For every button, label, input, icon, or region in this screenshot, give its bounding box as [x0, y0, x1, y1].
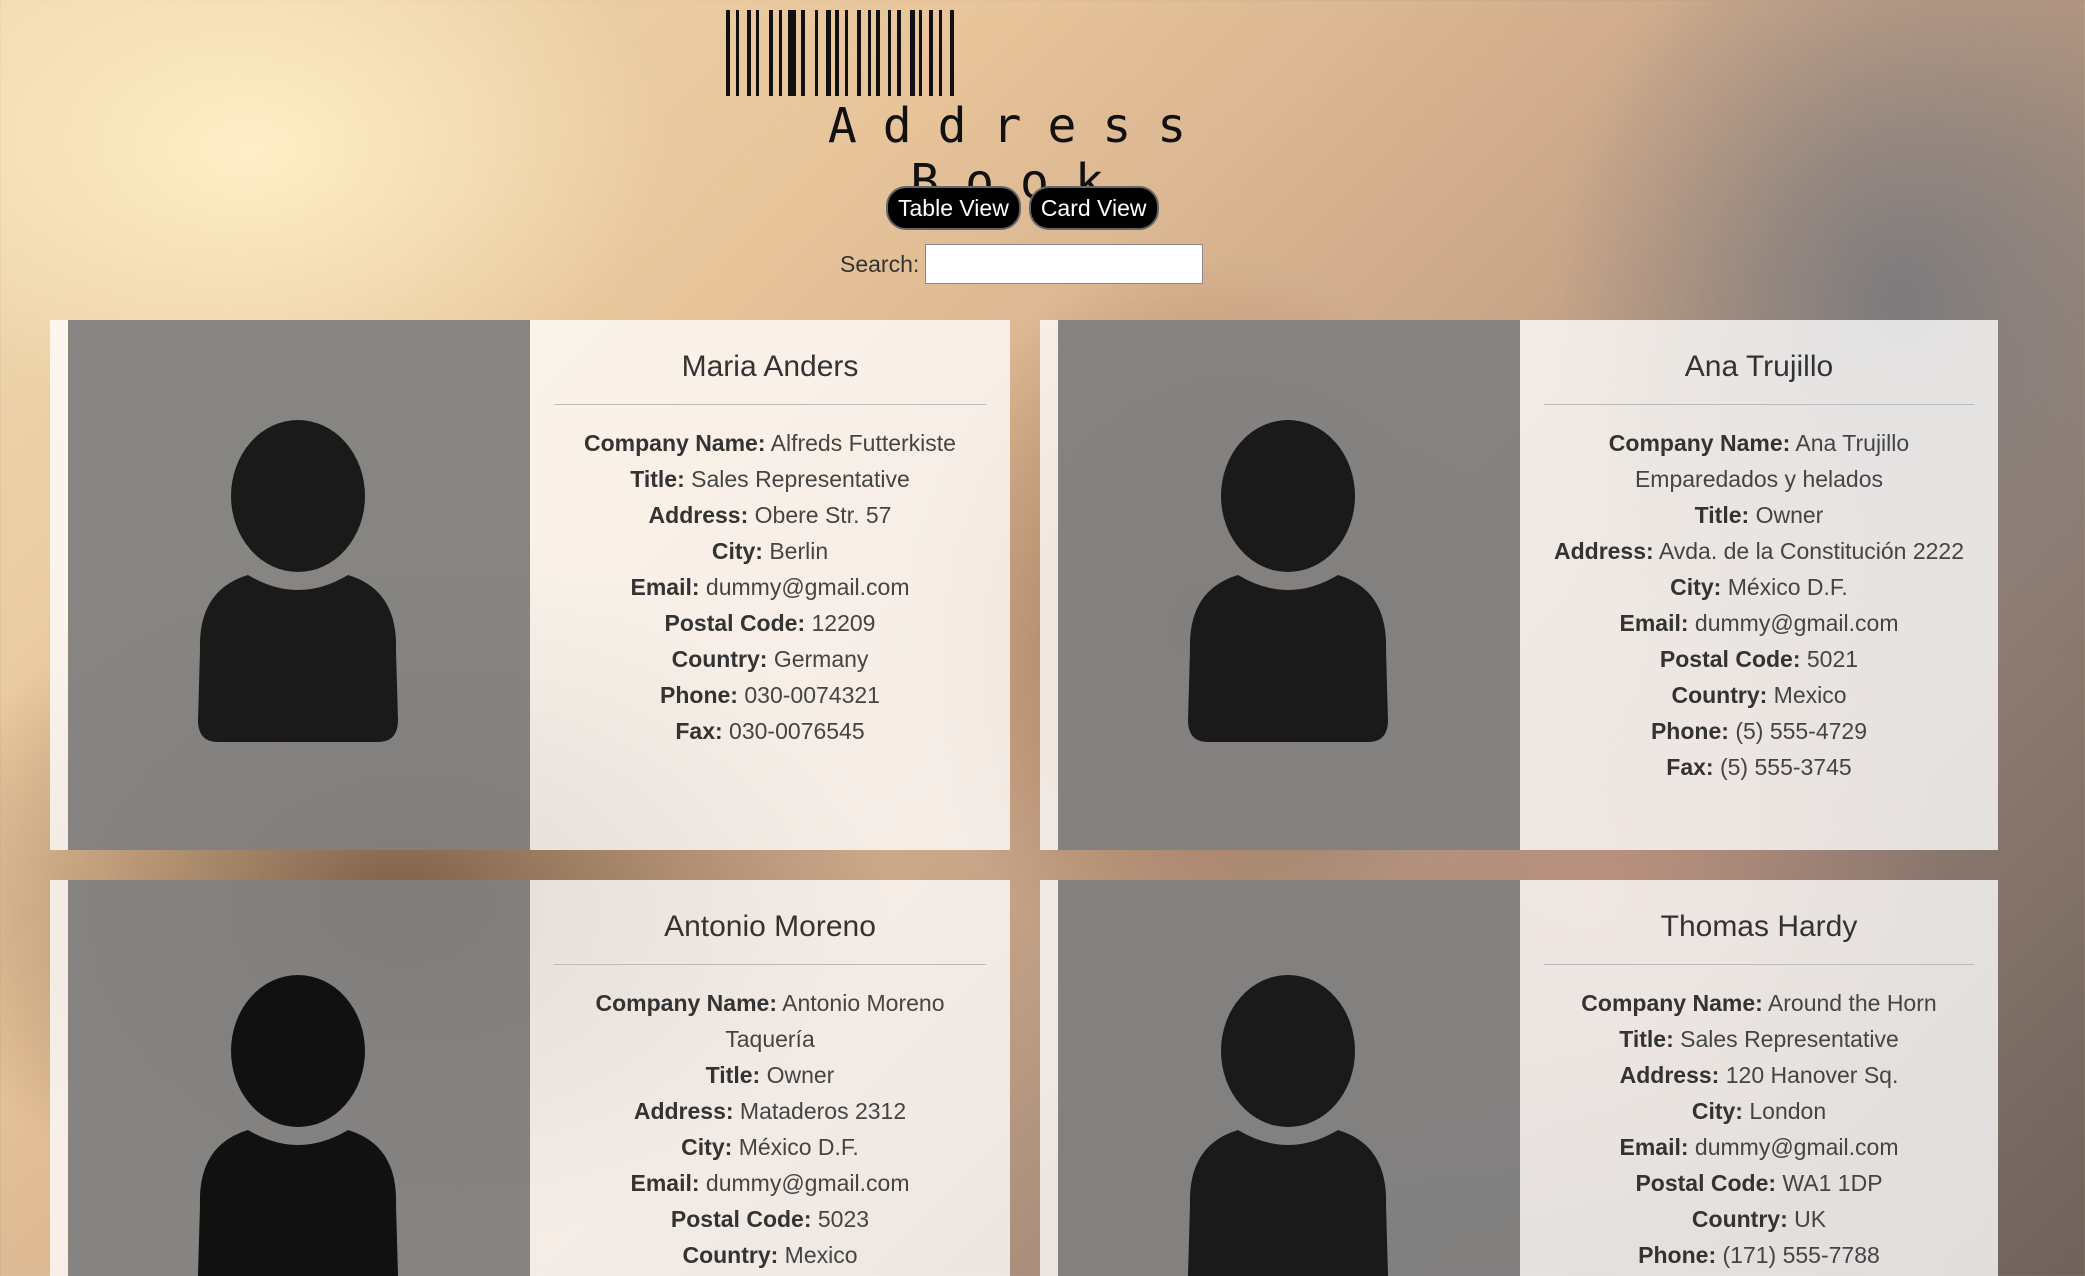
postal-field: Postal Code: 5023 — [670, 1206, 870, 1232]
barcode-bar — [942, 10, 950, 96]
country-field: Country: Germany — [671, 646, 869, 672]
contact-photo — [1058, 320, 1520, 850]
email-field: Email: dummy@gmail.com — [1619, 610, 1899, 636]
title-field: Title: Owner — [1694, 502, 1824, 528]
email-field: Email: dummy@gmail.com — [630, 574, 910, 600]
user-silhouette-icon — [198, 420, 398, 742]
contact-name: Antonio Moreno — [554, 910, 986, 965]
phone-field: Phone: (171) 555-7788 — [1638, 1242, 1880, 1268]
phone-field: Phone: (5) 555-4729 — [1650, 718, 1868, 744]
title-field: Title: Sales Representative — [630, 466, 910, 492]
postal-field: Postal Code: WA1 1DP — [1635, 1170, 1883, 1196]
fax-field: Fax: 030-0076545 — [675, 718, 865, 744]
city-field: City: Berlin — [711, 538, 829, 564]
contact-card: Antonio Moreno Company Name: Antonio Mor… — [50, 880, 1010, 1276]
company-field: Company Name: Ana Trujillo Emparedados y… — [1608, 430, 1910, 492]
country-field: Country: Mexico — [682, 1242, 858, 1268]
user-silhouette-icon — [198, 975, 398, 1276]
country-field: Country: Mexico — [1671, 682, 1847, 708]
contact-details: Antonio Moreno Company Name: Antonio Mor… — [530, 880, 1010, 1276]
company-field: Company Name: Around the Horn — [1581, 990, 1937, 1016]
barcode-bar — [901, 10, 910, 96]
email-field: Email: dummy@gmail.com — [1619, 1134, 1899, 1160]
barcode-bar — [880, 10, 888, 96]
company-field: Company Name: Alfreds Futterkiste — [584, 430, 956, 456]
barcode-bar — [954, 10, 960, 96]
contact-name: Maria Anders — [554, 350, 986, 405]
country-field: Country: UK — [1691, 1206, 1827, 1232]
barcode-bar — [848, 10, 857, 96]
postal-field: Postal Code: 12209 — [664, 610, 876, 636]
contact-name: Ana Trujillo — [1544, 350, 1974, 405]
contact-details: Ana Trujillo Company Name: Ana Trujillo … — [1520, 320, 1998, 850]
barcode-bar — [739, 10, 747, 96]
contact-card: Ana Trujillo Company Name: Ana Trujillo … — [1040, 320, 1998, 850]
card-view-button[interactable]: Card View — [1028, 186, 1159, 230]
barcode-bar — [788, 10, 796, 96]
city-field: City: London — [1691, 1098, 1827, 1124]
address-field: Address: Avda. de la Constitución 2222 — [1553, 538, 1964, 564]
barcode-logo — [726, 10, 1316, 96]
contact-card: Thomas Hardy Company Name: Around the Ho… — [1040, 880, 1998, 1276]
postal-field: Postal Code: 5021 — [1659, 646, 1859, 672]
search-label: Search: — [840, 250, 920, 277]
contact-photo — [68, 320, 530, 850]
company-field: Company Name: Antonio Moreno Taquería — [595, 990, 945, 1052]
city-field: City: México D.F. — [1670, 574, 1848, 600]
contact-photo — [68, 880, 530, 1276]
barcode-bar — [805, 10, 815, 96]
address-field: Address: Obere Str. 57 — [648, 502, 892, 528]
address-field: Address: Mataderos 2312 — [633, 1098, 907, 1124]
contact-details: Maria Anders Company Name: Alfreds Futte… — [530, 320, 1010, 850]
title-field: Title: Owner — [705, 1062, 835, 1088]
fax-field: Fax: (5) 555-3745 — [1666, 754, 1852, 780]
contact-photo — [1058, 880, 1520, 1276]
search-input[interactable] — [925, 244, 1204, 284]
table-view-button[interactable]: Table View — [886, 186, 1021, 230]
barcode-bar — [922, 10, 929, 96]
user-silhouette-icon — [1188, 975, 1388, 1276]
barcode-bar — [759, 10, 769, 96]
search-bar: Search: — [840, 244, 1204, 284]
phone-field: Phone: 030-0074321 — [660, 682, 880, 708]
email-field: Email: dummy@gmail.com — [630, 1170, 910, 1196]
contact-name: Thomas Hardy — [1544, 910, 1974, 965]
contact-card: Maria Anders Company Name: Alfreds Futte… — [50, 320, 1010, 850]
city-field: City: México D.F. — [681, 1134, 859, 1160]
view-toggle: Table View Card View — [886, 186, 1159, 230]
barcode-bar — [861, 10, 868, 96]
title-field: Title: Sales Representative — [1619, 1026, 1899, 1052]
address-field: Address: 120 Hanover Sq. — [1619, 1062, 1899, 1088]
contact-details: Thomas Hardy Company Name: Around the Ho… — [1520, 880, 1998, 1276]
barcode-bar — [818, 10, 826, 96]
user-silhouette-icon — [1188, 420, 1388, 742]
